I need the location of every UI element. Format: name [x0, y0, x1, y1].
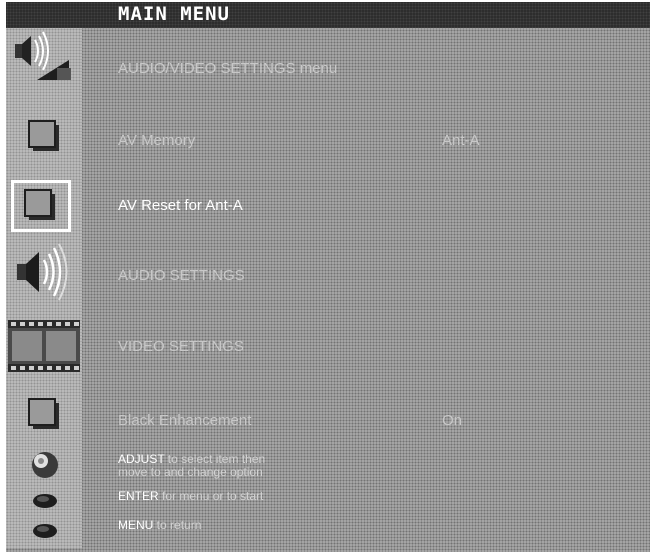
adjust-joystick-icon: [10, 448, 80, 482]
help-enter-key: ENTER: [118, 489, 159, 503]
menu-item-av-reset[interactable]: AV Reset for Ant-A: [118, 197, 243, 215]
menu-item-black-enhancement[interactable]: Black Enhancement: [118, 412, 251, 430]
video-film-icon[interactable]: [6, 314, 82, 378]
av-memory-value[interactable]: Ant-A: [442, 132, 480, 150]
help-enter: ENTER for menu or to start: [118, 490, 263, 503]
help-menu-key: MENU: [118, 518, 154, 532]
av-reset-icon[interactable]: [6, 180, 76, 232]
menu-header: AUDIO/VIDEO SETTINGS menu: [118, 60, 338, 77]
menu-item-video-settings[interactable]: VIDEO SETTINGS: [118, 338, 244, 356]
help-adjust: ADJUST to select item then move to and c…: [118, 453, 265, 479]
help-adjust-line1: to select item then: [164, 452, 266, 466]
menu-button-icon: [10, 518, 80, 544]
tv-menu-screen: MAIN MENU AUDIO/VIDEO SETTINGS menu AV M…: [6, 2, 650, 552]
help-menu-text: to return: [153, 518, 202, 532]
help-adjust-key: ADJUST: [118, 452, 165, 466]
av-settings-icon[interactable]: [10, 30, 80, 86]
enter-button-icon: [10, 488, 80, 514]
sidebar: [6, 28, 82, 548]
title-bar: MAIN MENU: [6, 2, 650, 28]
help-enter-text: for menu or to start: [158, 489, 264, 503]
audio-speaker-icon[interactable]: [10, 242, 80, 302]
menu-item-audio-settings[interactable]: AUDIO SETTINGS: [118, 267, 245, 285]
menu-title: MAIN MENU: [118, 3, 230, 25]
black-enhancement-value[interactable]: On: [442, 412, 462, 430]
black-enhancement-icon[interactable]: [10, 390, 80, 440]
menu-item-av-memory[interactable]: AV Memory: [118, 132, 195, 150]
av-memory-icon[interactable]: [10, 112, 80, 162]
help-adjust-line2: move to and change option: [118, 465, 263, 479]
help-menu: MENU to return: [118, 519, 201, 532]
